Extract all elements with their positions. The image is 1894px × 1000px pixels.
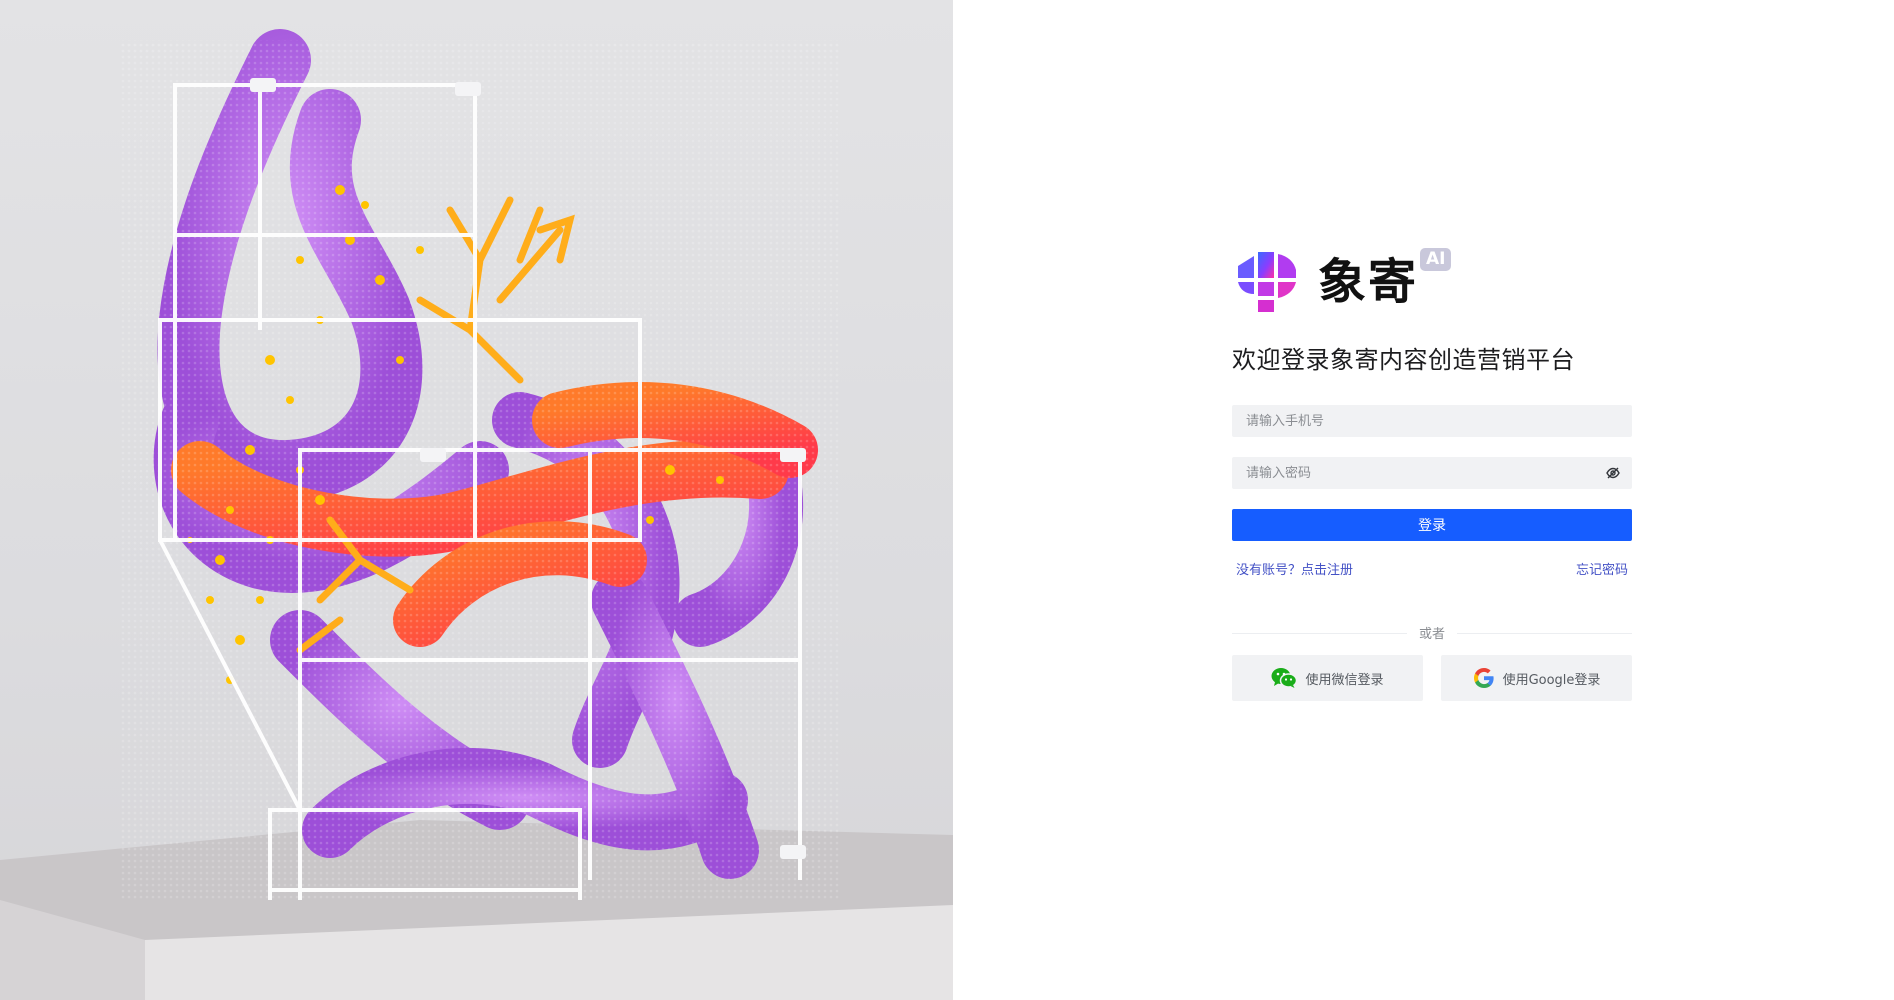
password-field [1232,457,1632,489]
login-button[interactable]: 登录 [1232,509,1632,541]
password-input[interactable] [1232,457,1632,489]
forgot-password-link[interactable]: 忘记密码 [1576,559,1628,578]
brand-name: 象寄 [1318,254,1419,310]
sculpture-illustration [0,29,953,1000]
phone-input[interactable] [1232,405,1632,437]
or-divider: 或者 [1232,623,1632,643]
wechat-login-button[interactable]: 使用微信登录 [1232,655,1423,701]
account-links: 没有账号？点击注册 忘记密码 [1232,559,1632,578]
ai-badge: AI [1420,248,1452,271]
xiangji-logo-icon [1238,252,1296,312]
social-login-group: 使用微信登录 使用Google登录 [1232,655,1632,701]
eye-off-icon[interactable] [1606,466,1620,480]
or-divider-label: 或者 [1406,627,1457,642]
welcome-title: 欢迎登录象寄内容创造营销平台 [1232,346,1575,374]
login-panel: 象寄 AI 欢迎登录象寄内容创造营销平台 登录 没有账号？点击注册 忘记密码 或… [1232,246,1632,701]
brand-header: 象寄 AI [1232,246,1632,318]
login-page: 象寄 AI 欢迎登录象寄内容创造营销平台 登录 没有账号？点击注册 忘记密码 或… [0,0,1894,1000]
phone-field [1232,405,1632,437]
register-link[interactable]: 没有账号？点击注册 [1236,559,1353,578]
wechat-icon [1271,668,1298,688]
google-icon [1473,668,1494,688]
google-login-button[interactable]: 使用Google登录 [1441,655,1632,701]
hero-artwork [0,0,953,1000]
google-login-label: 使用Google登录 [1502,672,1601,688]
wechat-login-label: 使用微信登录 [1305,672,1384,688]
